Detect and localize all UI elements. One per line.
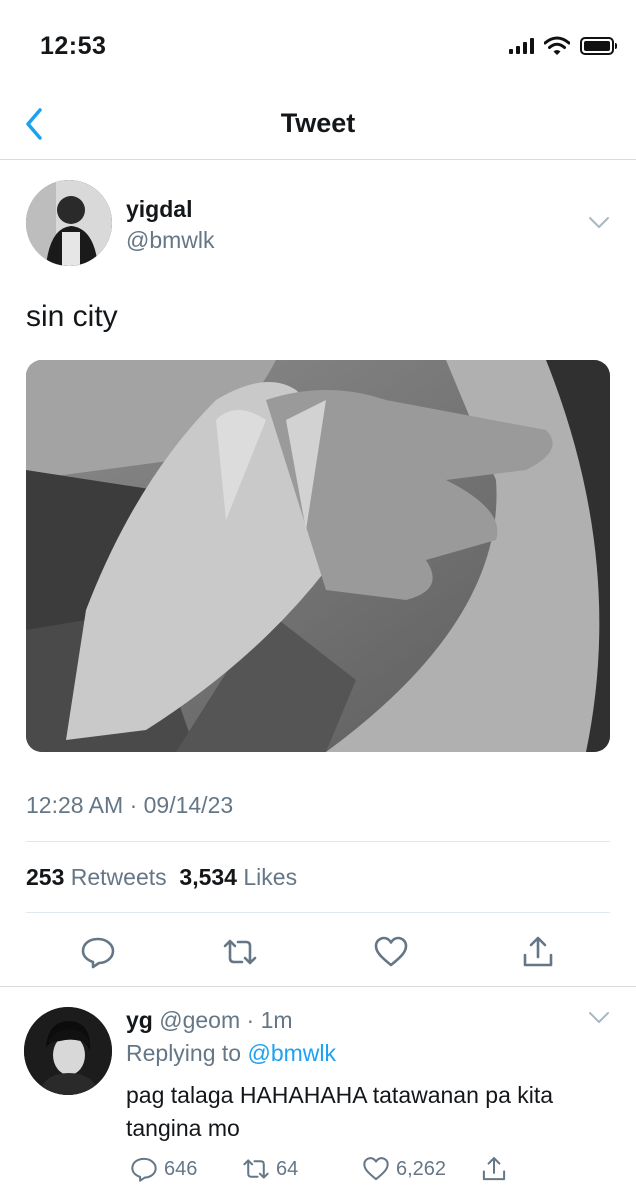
reply-options-button[interactable]: [588, 1011, 610, 1025]
reply-actions: 646 64 6,262: [126, 1155, 616, 1195]
reply-text: pag talaga HAHAHAHA tatawanan pa kita ta…: [126, 1082, 554, 1141]
chevron-down-icon: [589, 217, 609, 228]
reply-retweet-button[interactable]: 64: [242, 1155, 298, 1183]
reply-icon: [81, 937, 115, 969]
author-avatar[interactable]: [26, 180, 112, 266]
reply-author-name[interactable]: yg: [126, 1007, 153, 1033]
divider: [26, 912, 610, 913]
like-icon: [374, 936, 408, 967]
tweet-text: sin city: [26, 300, 118, 333]
share-button[interactable]: [520, 934, 556, 970]
battery-icon: [580, 37, 617, 55]
likes-count[interactable]: 3,534: [179, 864, 237, 890]
reply-icon: [131, 1157, 157, 1182]
reply-time: 1m: [260, 1007, 293, 1033]
tweet-timestamp: 12:28 AM · 09/14/23: [26, 792, 234, 818]
retweet-icon: [223, 939, 257, 965]
reply-time-separator: ·: [240, 1007, 261, 1033]
reply-reply-count: 646: [164, 1157, 198, 1180]
reply-avatar[interactable]: [24, 1007, 112, 1095]
like-button[interactable]: [373, 934, 409, 970]
tweet-actions: [0, 928, 636, 988]
author-handle[interactable]: @bmwlk: [126, 227, 215, 254]
replying-to: Replying to @bmwlk: [126, 1040, 336, 1067]
signal-icon: [509, 38, 534, 54]
like-icon: [363, 1157, 389, 1181]
replying-to-prefix: Replying to: [126, 1040, 248, 1066]
retweet-icon: [243, 1159, 269, 1179]
tweet-options-button[interactable]: [588, 216, 610, 230]
reply-share-button[interactable]: [480, 1155, 508, 1183]
tweet-stats: 253 Retweets 3,534 Likes: [26, 864, 297, 891]
retweets-label[interactable]: Retweets: [71, 864, 167, 890]
status-icons: [509, 36, 617, 56]
reply-like-count: 6,262: [396, 1157, 447, 1180]
wifi-icon: [544, 36, 570, 55]
likes-label[interactable]: Likes: [243, 864, 297, 890]
retweet-button[interactable]: [222, 934, 258, 970]
nav-bar: Tweet: [0, 90, 636, 160]
tweet-media-image[interactable]: [26, 360, 610, 752]
reply-tweet[interactable]: yg @geom · 1m Replying to @bmwlk pag tal…: [0, 987, 636, 1200]
status-time: 12:53: [40, 32, 107, 60]
reply-retweet-count: 64: [276, 1157, 299, 1180]
share-icon: [523, 936, 553, 967]
reply-like-button[interactable]: 6,262: [362, 1155, 446, 1183]
reply-reply-button[interactable]: 646: [130, 1155, 197, 1183]
divider: [26, 841, 610, 842]
replying-to-link[interactable]: @bmwlk: [247, 1040, 336, 1066]
reply-header: yg @geom · 1m: [126, 1007, 293, 1034]
status-bar: 12:53: [0, 0, 636, 90]
reply-button[interactable]: [80, 934, 116, 970]
author-name[interactable]: yigdal: [126, 196, 192, 223]
retweets-count[interactable]: 253: [26, 864, 64, 890]
chevron-down-icon: [589, 1012, 609, 1023]
page-title: Tweet: [280, 108, 356, 138]
reply-author-handle[interactable]: @geom: [159, 1007, 240, 1033]
share-icon: [482, 1157, 506, 1181]
